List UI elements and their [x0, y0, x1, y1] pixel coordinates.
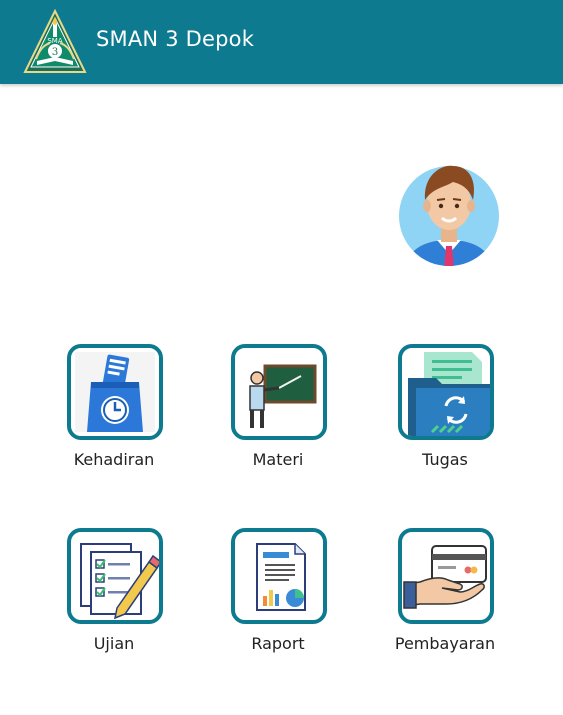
raport-tile: [231, 528, 327, 624]
app-screen: 3 SMA SMAN 3 Depok Kehadiran Materi Tuga…: [0, 0, 563, 715]
app-title: SMAN 3 Depok: [96, 27, 255, 51]
menu-pembayaran-button[interactable]: Pembayaran: [375, 528, 515, 668]
menu-ujian-button[interactable]: Ujian: [44, 528, 184, 668]
materi-label: Materi: [252, 450, 304, 469]
ujian-label: Ujian: [93, 634, 135, 653]
svg-text:SMA: SMA: [47, 37, 62, 45]
menu-kehadiran-button[interactable]: Kehadiran: [44, 344, 184, 484]
exam-checklist-icon: [80, 543, 159, 620]
materi-tile: [231, 344, 327, 440]
tugas-tile: [398, 344, 494, 440]
ujian-tile: [67, 528, 163, 624]
tugas-label: Tugas: [422, 450, 468, 469]
svg-text:3: 3: [52, 47, 58, 58]
user-avatar-icon[interactable]: [397, 158, 501, 272]
pembayaran-tile: [398, 528, 494, 624]
kehadiran-tile: [67, 344, 163, 440]
pembayaran-label: Pembayaran: [394, 634, 496, 653]
assignment-folder-icon: [408, 352, 490, 436]
teacher-board-icon: [249, 364, 317, 428]
payment-card-icon: [403, 545, 487, 609]
menu-raport-button[interactable]: Raport: [208, 528, 348, 668]
app-header: 3 SMA SMAN 3 Depok: [0, 0, 563, 84]
report-chart-icon: [256, 543, 306, 611]
menu-materi-button[interactable]: Materi: [208, 344, 348, 484]
kehadiran-label: Kehadiran: [73, 450, 155, 469]
school-logo-icon: 3 SMA: [22, 8, 88, 75]
raport-label: Raport: [251, 634, 305, 653]
attendance-clock-icon: [75, 352, 155, 432]
menu-tugas-button[interactable]: Tugas: [375, 344, 515, 484]
